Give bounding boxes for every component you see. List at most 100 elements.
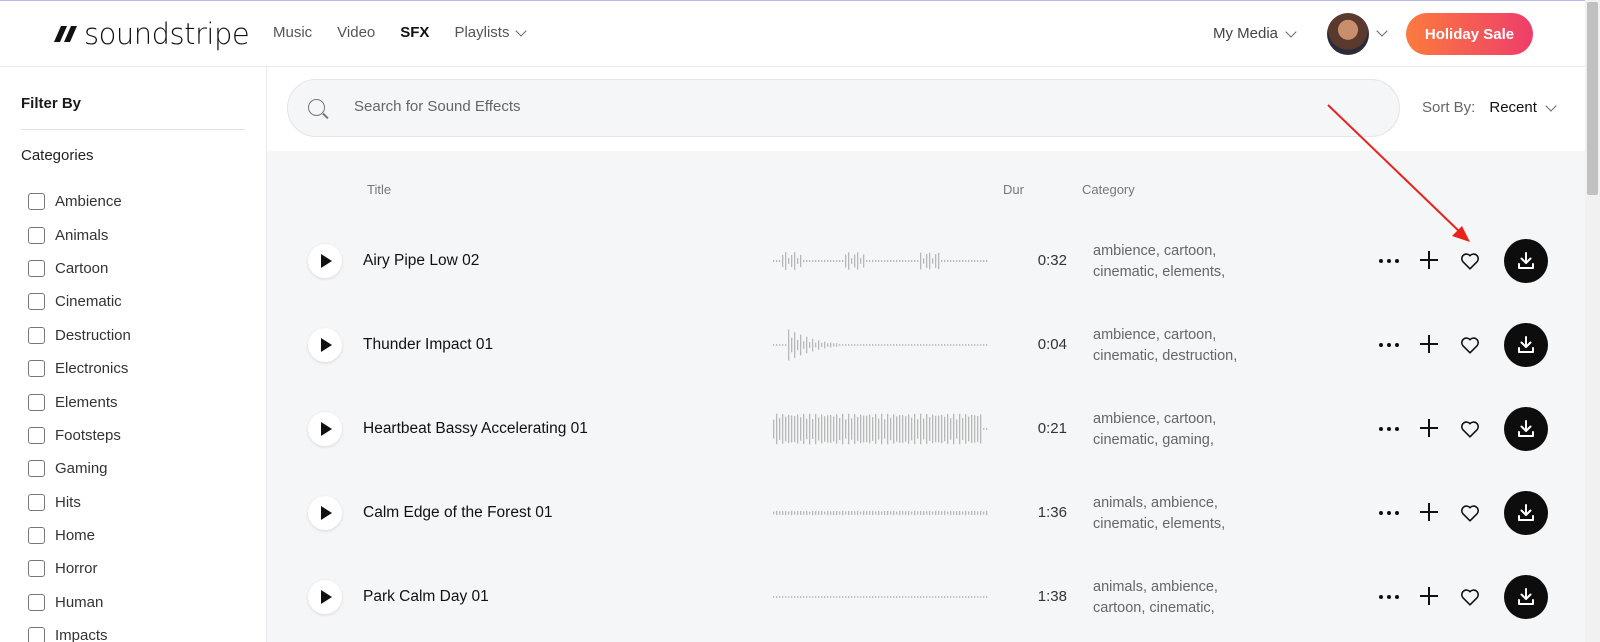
add-to-playlist-button[interactable] xyxy=(1420,251,1438,269)
nav-music[interactable]: Music xyxy=(273,24,312,41)
logo[interactable]: soundstripe xyxy=(50,17,250,51)
waveform-bar xyxy=(977,259,979,263)
category-electronics[interactable]: Electronics xyxy=(28,352,131,385)
checkbox[interactable] xyxy=(28,527,45,545)
category-horror[interactable]: Horror xyxy=(28,552,131,585)
checkbox[interactable] xyxy=(28,627,45,642)
category-cartoon[interactable]: Cartoon xyxy=(28,252,131,285)
sort-value: Recent xyxy=(1489,99,1537,116)
play-button[interactable] xyxy=(308,496,342,530)
category-destruction[interactable]: Destruction xyxy=(28,319,131,352)
more-options-button[interactable] xyxy=(1379,251,1399,271)
checkbox[interactable] xyxy=(28,360,45,378)
more-options-button[interactable] xyxy=(1379,587,1399,607)
category-ambience[interactable]: Ambience xyxy=(28,185,131,218)
nav-playlists[interactable]: Playlists xyxy=(454,24,528,41)
sound-title[interactable]: Thunder Impact 01 xyxy=(363,336,493,354)
holiday-sale-button[interactable]: Holiday Sale xyxy=(1406,13,1533,55)
checkbox[interactable] xyxy=(28,226,45,244)
add-to-playlist-button[interactable] xyxy=(1420,419,1438,437)
waveform-bar xyxy=(941,259,943,263)
category-impacts[interactable]: Impacts xyxy=(28,619,131,642)
checkbox[interactable] xyxy=(28,393,45,411)
category-animals[interactable]: Animals xyxy=(28,218,131,251)
sound-title[interactable]: Calm Edge of the Forest 01 xyxy=(363,504,553,522)
checkbox[interactable] xyxy=(28,493,45,511)
checkbox[interactable] xyxy=(28,193,45,211)
checkbox[interactable] xyxy=(28,593,45,611)
checkbox[interactable] xyxy=(28,259,45,277)
avatar-chevron-down-icon[interactable] xyxy=(1376,25,1388,37)
waveform[interactable] xyxy=(773,243,989,279)
category-home[interactable]: Home xyxy=(28,519,131,552)
play-icon xyxy=(321,506,332,520)
more-options-button[interactable] xyxy=(1379,335,1399,355)
waveform[interactable] xyxy=(773,327,989,363)
column-header-dur[interactable]: Dur xyxy=(1003,182,1024,197)
play-button[interactable] xyxy=(308,328,342,362)
download-button[interactable] xyxy=(1504,407,1548,451)
download-button[interactable] xyxy=(1504,323,1548,367)
more-icon xyxy=(1379,259,1383,263)
nav-video[interactable]: Video xyxy=(337,24,375,41)
category-cinematic[interactable]: Cinematic xyxy=(28,285,131,318)
checkbox[interactable] xyxy=(28,326,45,344)
column-header-category[interactable]: Category xyxy=(1082,182,1135,197)
scrollbar-thumb[interactable] xyxy=(1587,2,1598,195)
waveform[interactable] xyxy=(773,495,989,531)
play-button[interactable] xyxy=(308,244,342,278)
sound-title[interactable]: Heartbeat Bassy Accelerating 01 xyxy=(363,420,588,438)
chevron-down-icon xyxy=(1545,99,1557,112)
favorite-heart-icon[interactable] xyxy=(1459,502,1481,524)
checkbox[interactable] xyxy=(28,460,45,478)
waveform-bar xyxy=(908,414,910,444)
favorite-heart-icon[interactable] xyxy=(1459,250,1481,272)
checkbox[interactable] xyxy=(28,560,45,578)
favorite-heart-icon[interactable] xyxy=(1459,586,1481,608)
download-button[interactable] xyxy=(1504,575,1548,619)
waveform-bar xyxy=(956,511,958,515)
sort-control[interactable]: Sort By: Recent xyxy=(1422,99,1557,116)
waveform-bar xyxy=(860,344,862,346)
waveform-bar xyxy=(965,414,967,444)
waveform-bar xyxy=(842,259,844,263)
favorite-heart-icon[interactable] xyxy=(1459,418,1481,440)
add-to-playlist-button[interactable] xyxy=(1420,587,1438,605)
my-media-menu[interactable]: My Media xyxy=(1213,25,1297,42)
waveform-bar xyxy=(821,259,823,263)
category-elements[interactable]: Elements xyxy=(28,385,131,418)
category-gaming[interactable]: Gaming xyxy=(28,452,131,485)
download-button[interactable] xyxy=(1504,491,1548,535)
sound-title[interactable]: Airy Pipe Low 02 xyxy=(363,252,479,270)
more-options-button[interactable] xyxy=(1379,419,1399,439)
checkbox[interactable] xyxy=(28,293,45,311)
nav-sfx[interactable]: SFX xyxy=(400,24,429,41)
waveform-bar xyxy=(797,510,799,516)
waveform-bar xyxy=(851,418,853,440)
category-footsteps[interactable]: Footsteps xyxy=(28,419,131,452)
favorite-heart-icon[interactable] xyxy=(1459,334,1481,356)
waveform-bar xyxy=(878,510,880,516)
checkbox[interactable] xyxy=(28,426,45,444)
add-to-playlist-button[interactable] xyxy=(1420,335,1438,353)
play-button[interactable] xyxy=(308,412,342,446)
waveform-bar xyxy=(845,596,847,598)
column-header-title[interactable]: Title xyxy=(367,182,391,197)
category-human[interactable]: Human xyxy=(28,586,131,619)
download-button[interactable] xyxy=(1504,239,1548,283)
scrollbar[interactable] xyxy=(1585,0,1600,642)
chevron-down-icon xyxy=(515,24,528,37)
search-box[interactable] xyxy=(287,79,1400,137)
waveform-bar xyxy=(875,259,877,263)
sound-title[interactable]: Park Calm Day 01 xyxy=(363,588,489,606)
category-hits[interactable]: Hits xyxy=(28,486,131,519)
waveform-bar xyxy=(923,596,925,598)
waveform[interactable] xyxy=(773,579,989,615)
category-label: Human xyxy=(55,593,104,611)
play-button[interactable] xyxy=(308,580,342,614)
avatar[interactable] xyxy=(1327,13,1369,55)
add-to-playlist-button[interactable] xyxy=(1420,503,1438,521)
waveform[interactable] xyxy=(773,411,989,447)
more-options-button[interactable] xyxy=(1379,503,1399,523)
search-input[interactable] xyxy=(354,98,1254,115)
